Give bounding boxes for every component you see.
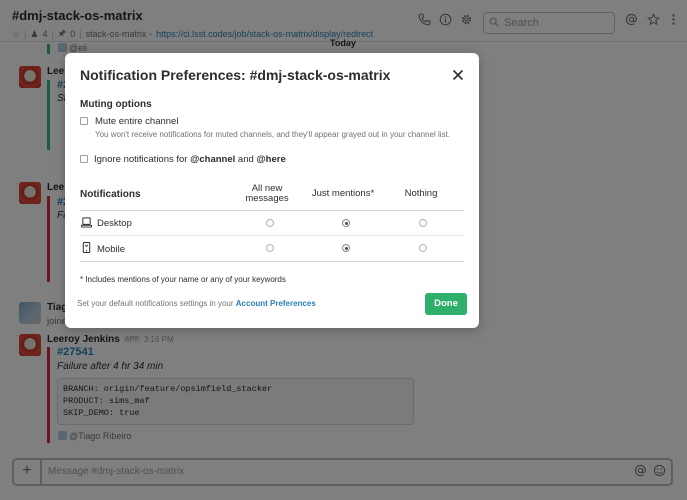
mobile-nothing-radio[interactable] (419, 244, 427, 252)
ignore-mentions-label[interactable]: Ignore notifications for @channel and @h… (94, 154, 286, 165)
notification-preferences-dialog: Notification Preferences: #dmj-stack-os-… (65, 53, 479, 328)
row-label-desktop: Desktop (97, 218, 132, 229)
desktop-icon (81, 217, 92, 228)
account-preferences-note: Set your default notifications settings … (77, 299, 316, 308)
divider (80, 235, 464, 236)
mobile-icon (82, 242, 91, 253)
close-icon[interactable] (450, 67, 466, 83)
desktop-mentions-radio[interactable] (342, 219, 350, 227)
row-label-mobile: Mobile (97, 244, 125, 255)
mute-description: You won't receive notifications for mute… (95, 130, 450, 139)
footnote: * Includes mentions of your name or any … (80, 275, 286, 284)
dialog-title: Notification Preferences: #dmj-stack-os-… (80, 67, 391, 83)
mute-checkbox[interactable] (80, 117, 88, 125)
desktop-nothing-radio[interactable] (419, 219, 427, 227)
notifications-header: Notifications (80, 189, 141, 200)
divider (80, 210, 464, 211)
account-preferences-link[interactable]: Account Preferences (236, 299, 316, 308)
mobile-mentions-radio[interactable] (342, 244, 350, 252)
done-button[interactable]: Done (425, 293, 467, 315)
desktop-all-radio[interactable] (266, 219, 274, 227)
divider (80, 261, 464, 262)
mobile-all-radio[interactable] (266, 244, 274, 252)
col-all-messages: All new messages (245, 183, 289, 204)
muting-heading: Muting options (80, 99, 152, 110)
col-just-mentions: Just mentions* (311, 188, 375, 199)
mute-label[interactable]: Mute entire channel (95, 116, 178, 127)
col-nothing: Nothing (404, 188, 438, 199)
ignore-mentions-checkbox[interactable] (80, 155, 88, 163)
